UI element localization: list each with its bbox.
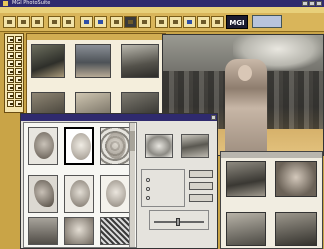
effect-thumbnail[interactable]: [28, 127, 58, 165]
text-tool-icon[interactable]: [7, 68, 14, 75]
paste-icon[interactable]: [110, 16, 123, 28]
shape-tool-icon[interactable]: [7, 76, 14, 83]
app-icon: [3, 1, 8, 6]
print-icon[interactable]: [48, 16, 61, 28]
smudge-tool-icon[interactable]: [7, 100, 14, 107]
minimize-icon[interactable]: [302, 1, 308, 6]
rotate-icon[interactable]: [183, 16, 196, 28]
copy-icon[interactable]: [94, 16, 107, 28]
amount-slider-knob[interactable]: [176, 218, 180, 226]
effects-dialog: [20, 113, 218, 249]
tool-palette: [4, 33, 24, 113]
hand-tool-icon[interactable]: [7, 92, 14, 99]
mgi-logo: MGI: [226, 15, 248, 29]
effect-options-group: [141, 169, 185, 207]
image-thumbnail[interactable]: [275, 212, 317, 246]
effect-thumbnail-selected[interactable]: [64, 127, 94, 165]
new-file-icon[interactable]: [3, 16, 16, 28]
effect-options: [139, 122, 217, 248]
line-tool-icon[interactable]: [15, 68, 22, 75]
clone-tool-icon[interactable]: [15, 76, 22, 83]
eyedropper-tool-icon[interactable]: [7, 84, 14, 91]
photo-subject: [225, 59, 267, 155]
gallery-scrollbar[interactable]: [129, 123, 135, 247]
effect-thumbnail[interactable]: [100, 175, 130, 213]
dialog-title-bar: [21, 114, 217, 121]
crop-icon[interactable]: [197, 16, 210, 28]
redeye-tool-icon[interactable]: [15, 92, 22, 99]
open-file-icon[interactable]: [17, 16, 30, 28]
effect-thumbnail[interactable]: [28, 217, 58, 245]
before-preview: [145, 134, 173, 158]
save-icon[interactable]: [31, 16, 44, 28]
effect-gallery: [23, 122, 137, 248]
scrollbar-thumb[interactable]: [130, 131, 135, 151]
option-radio[interactable]: [146, 196, 150, 200]
close-icon[interactable]: [316, 1, 322, 6]
maximize-icon[interactable]: [309, 1, 315, 6]
thumbnail-panel: [220, 151, 323, 249]
move-tool-icon[interactable]: [15, 44, 22, 51]
effect-thumbnail[interactable]: [100, 217, 130, 245]
dialog-close-icon[interactable]: [211, 115, 216, 120]
browser-caption-bar: [27, 34, 165, 40]
undo-icon[interactable]: [124, 16, 137, 28]
window-title: MGI PhotoSuite: [12, 0, 51, 6]
image-thumbnail[interactable]: [226, 212, 266, 246]
scan-icon[interactable]: [62, 16, 75, 28]
redo-icon[interactable]: [138, 16, 151, 28]
brand-badge[interactable]: [252, 15, 282, 28]
amount-slider-group: [149, 210, 209, 230]
option-radio[interactable]: [146, 178, 150, 182]
cancel-button[interactable]: [189, 182, 213, 190]
zoom-in-icon[interactable]: [155, 16, 168, 28]
image-thumbnail[interactable]: [75, 44, 111, 78]
effect-thumbnail[interactable]: [64, 217, 94, 245]
brush-tool-icon[interactable]: [7, 52, 14, 59]
cut-icon[interactable]: [80, 16, 93, 28]
flip-icon[interactable]: [211, 16, 224, 28]
effect-thumbnail[interactable]: [28, 175, 58, 213]
image-thumbnail[interactable]: [275, 161, 317, 197]
eraser-tool-icon[interactable]: [7, 60, 14, 67]
ok-button[interactable]: [189, 170, 213, 178]
thumbnail-panel-caption: [221, 152, 322, 158]
blur-tool-icon[interactable]: [15, 100, 22, 107]
effect-thumbnail[interactable]: [100, 127, 130, 165]
pencil-tool-icon[interactable]: [15, 52, 22, 59]
option-radio[interactable]: [146, 187, 150, 191]
zoom-tool-icon[interactable]: [15, 84, 22, 91]
fill-tool-icon[interactable]: [15, 60, 22, 67]
after-preview: [181, 134, 209, 158]
window-controls: [302, 1, 322, 6]
image-thumbnail[interactable]: [121, 44, 159, 78]
image-thumbnail[interactable]: [226, 161, 266, 197]
title-bar: MGI PhotoSuite: [0, 0, 324, 7]
image-thumbnail[interactable]: [31, 44, 65, 78]
effect-thumbnail[interactable]: [64, 175, 94, 213]
zoom-out-icon[interactable]: [169, 16, 182, 28]
help-button[interactable]: [189, 194, 213, 202]
magic-wand-icon[interactable]: [7, 44, 14, 51]
lasso-tool-icon[interactable]: [15, 36, 22, 43]
select-tool-icon[interactable]: [7, 36, 14, 43]
